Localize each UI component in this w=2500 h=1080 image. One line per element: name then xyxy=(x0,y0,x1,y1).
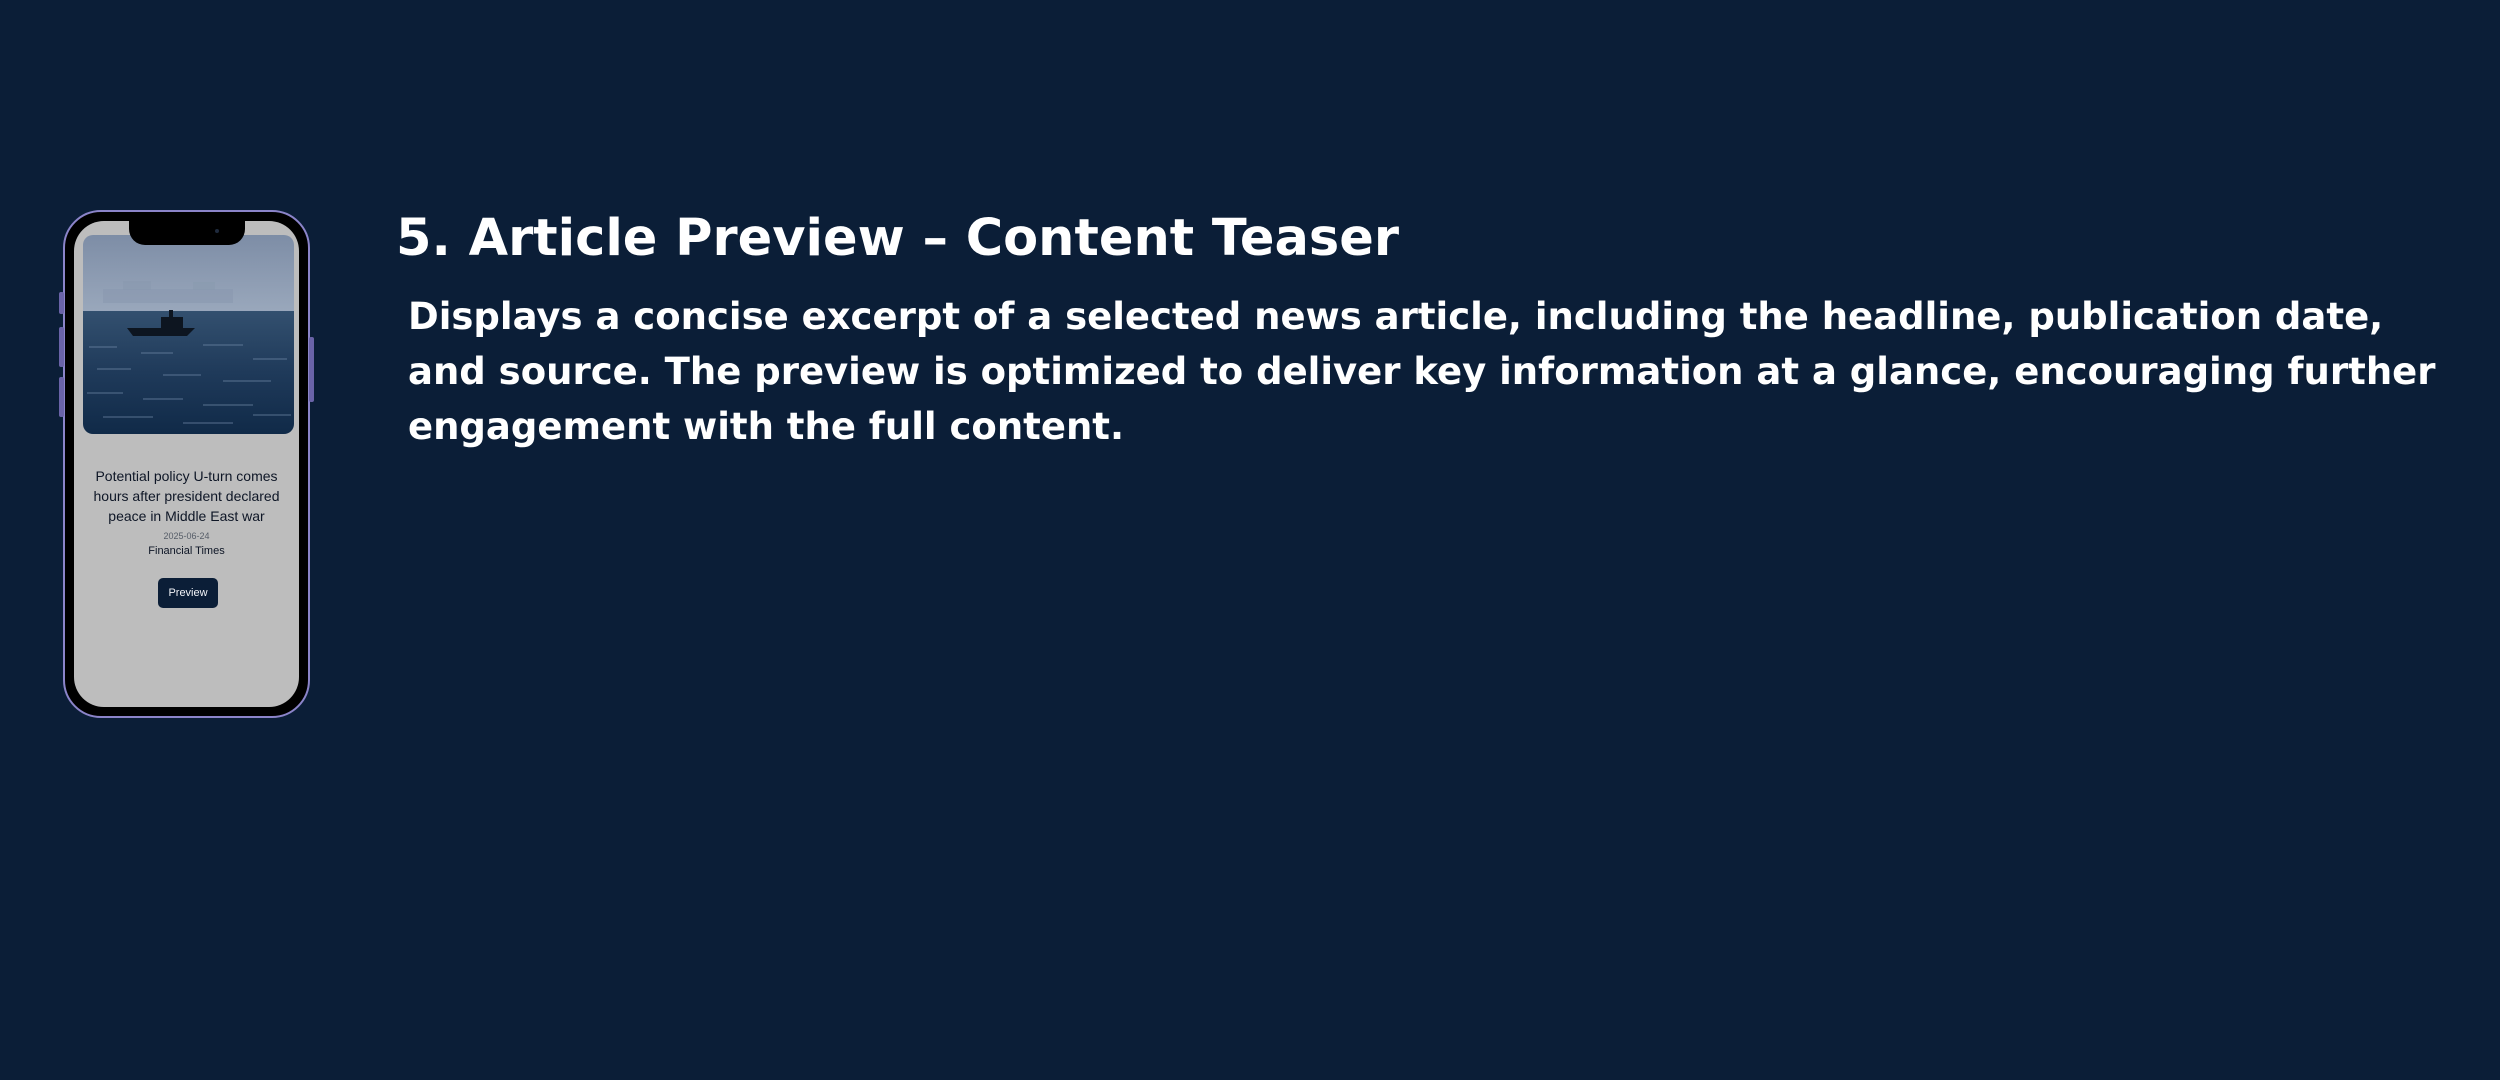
ship-at-sea-image xyxy=(83,235,294,434)
slide-description: Displays a concise excerpt of a selected… xyxy=(408,295,2436,448)
phone-power-button xyxy=(309,337,314,402)
slide-title: 5. Article Preview – Content Teaser xyxy=(396,209,1400,268)
phone-volume-up-button xyxy=(59,327,64,367)
phone-screen: Potential policy U-turn comes hours afte… xyxy=(74,221,299,707)
article-date: 2025-06-24 xyxy=(163,531,210,541)
phone-action-button xyxy=(59,292,64,314)
article-image[interactable] xyxy=(83,235,294,434)
phone-mockup: Potential policy U-turn comes hours afte… xyxy=(59,210,314,718)
article-headline[interactable]: Potential policy U-turn comes hours afte… xyxy=(80,466,293,526)
camera-icon xyxy=(214,229,219,233)
phone-volume-down-button xyxy=(59,377,64,417)
preview-button[interactable]: Preview xyxy=(158,578,218,608)
article-source: Financial Times xyxy=(148,545,225,557)
phone-notch xyxy=(128,221,245,245)
